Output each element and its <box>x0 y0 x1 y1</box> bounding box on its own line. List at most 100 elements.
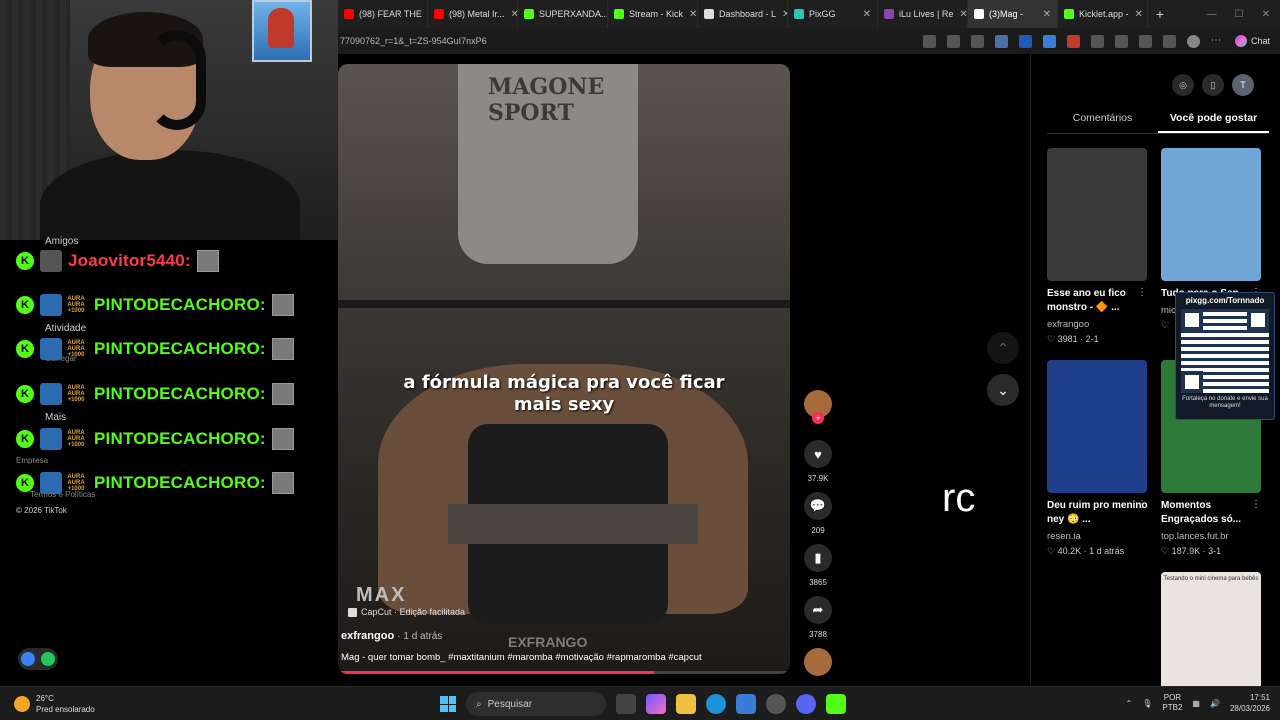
more-icon[interactable]: ⋯ <box>1211 35 1224 48</box>
nav-amigos[interactable]: Amigos <box>45 236 78 247</box>
browser-tab[interactable]: SUPERXANDA...✕ <box>518 0 608 28</box>
next-video-button[interactable]: ⌄ <box>987 374 1019 406</box>
more-options-icon[interactable]: ⋮ <box>1251 499 1261 510</box>
network-icon[interactable]: ▦ <box>1192 699 1200 708</box>
copilot-icon[interactable] <box>646 694 666 714</box>
more-options-icon[interactable]: ⋮ <box>1137 287 1147 298</box>
file-explorer-icon[interactable] <box>676 694 696 714</box>
suggested-video-card[interactable]: Esse ano eu fico monstro - 🔶 ... exfrango… <box>1047 148 1149 345</box>
nav-empresa[interactable]: Empresa <box>16 456 48 465</box>
close-icon[interactable]: ✕ <box>1037 9 1051 20</box>
card-author[interactable]: resen.ia <box>1047 531 1149 542</box>
heart-icon[interactable]: ♥ <box>804 440 832 468</box>
card-title[interactable]: Deu ruim pro menino ney 😳 ... <box>1047 499 1149 527</box>
url-field[interactable]: 77090762_r=1&_t=ZS-954GuI7nxP6 <box>338 36 923 46</box>
edge-icon[interactable] <box>706 694 726 714</box>
follow-plus-icon[interactable]: + <box>812 412 824 424</box>
music-disc[interactable] <box>802 648 834 676</box>
phone-icon[interactable]: ▯ <box>1202 74 1224 96</box>
bookmark-icon[interactable]: ▮ <box>804 544 832 572</box>
browser-tab[interactable]: Kicklet.app - ✕ <box>1058 0 1148 28</box>
music-disc-icon[interactable] <box>804 648 832 676</box>
close-icon[interactable]: ✕ <box>505 9 517 20</box>
split-screen-icon[interactable] <box>1114 34 1128 48</box>
discord-icon[interactable] <box>796 694 816 714</box>
task-view-icon[interactable] <box>616 694 636 714</box>
extension-icon[interactable] <box>1066 34 1080 48</box>
close-icon[interactable]: ✕ <box>857 9 871 20</box>
browser-tab[interactable]: iLu Lives | Re ✕ <box>878 0 968 28</box>
video-author-line[interactable]: exfrangoo · 1 d atrás <box>341 630 442 642</box>
power-icon[interactable] <box>41 652 55 666</box>
shield-icon[interactable] <box>1018 34 1032 48</box>
video-thumbnail[interactable] <box>1047 360 1147 493</box>
new-tab-button[interactable]: + <box>1148 6 1172 22</box>
share-action[interactable]: ➦ 3788 <box>802 596 834 639</box>
taskbar-search[interactable]: ⌕ Pesquisar <box>466 692 606 716</box>
nav-mais[interactable]: Mais <box>45 412 66 423</box>
favorites-icon[interactable] <box>1138 34 1152 48</box>
user-avatar[interactable]: T <box>1232 74 1254 96</box>
card-title[interactable]: Momentos Engraçados só... <box>1161 499 1263 527</box>
video-player[interactable]: MAGONE SPORT a fórmula mágica pra você f… <box>338 64 790 674</box>
comment-icon[interactable]: 💬 <box>804 492 832 520</box>
save-action[interactable]: ▮ 3865 <box>802 544 834 587</box>
video-thumbnail[interactable] <box>1047 148 1147 281</box>
close-icon[interactable]: ✕ <box>953 9 967 20</box>
close-icon[interactable]: ✕ <box>776 9 787 20</box>
card-author[interactable]: top.lances.fut.br <box>1161 531 1263 542</box>
weather-widget[interactable]: 26°C Pred ensolarado <box>14 693 95 715</box>
close-window-icon[interactable]: ✕ <box>1262 9 1270 20</box>
capcut-tag[interactable]: CapCut · Edição facilitada <box>348 607 465 617</box>
tab-comments[interactable]: Comentários <box>1047 110 1158 133</box>
puzzle-icon[interactable] <box>1090 34 1104 48</box>
author-avatar[interactable]: + <box>802 390 834 424</box>
close-icon[interactable]: ✕ <box>1129 9 1143 20</box>
microphone-icon[interactable]: 🎙 <box>1142 699 1152 708</box>
nav-atividade[interactable]: Atividade <box>45 323 86 334</box>
card-author[interactable]: exfrangoo <box>1047 319 1149 330</box>
photos-icon[interactable] <box>736 694 756 714</box>
previous-video-button[interactable]: ⌃ <box>987 332 1019 364</box>
browser-tab[interactable]: (3)Mag - ✕ <box>968 0 1058 28</box>
close-icon[interactable]: ✕ <box>683 9 697 20</box>
copilot-chat-button[interactable]: Chat <box>1234 35 1270 47</box>
extension-icon[interactable] <box>1042 34 1056 48</box>
browser-tab[interactable]: Dashboard - L✕ <box>698 0 788 28</box>
chevron-up-icon[interactable]: ⌃ <box>1126 699 1133 708</box>
download-icon[interactable] <box>1162 34 1176 48</box>
more-options-icon[interactable]: ⋮ <box>1137 499 1147 510</box>
video-thumbnail[interactable] <box>1161 148 1261 281</box>
share-icon[interactable]: ➦ <box>804 596 832 624</box>
chat-username: PINTODECACHORO: <box>94 339 266 358</box>
coin-icon[interactable]: ◎ <box>1172 74 1194 96</box>
start-icon[interactable] <box>440 696 456 712</box>
profile-icon[interactable] <box>1186 34 1200 48</box>
like-action[interactable]: ♥ 37.9K <box>802 440 834 483</box>
favorite-star-icon[interactable] <box>970 34 984 48</box>
browser-tab[interactable]: Stream - Kick ✕ <box>608 0 698 28</box>
browser-tab[interactable]: (98) FEAR THE✕ <box>338 0 428 28</box>
suggested-video-card[interactable]: Deu ruim pro menino ney 😳 ... resen.ia ♡ 4… <box>1047 360 1149 557</box>
volume-icon[interactable]: 🔊 <box>1210 699 1220 708</box>
play-icon[interactable] <box>21 652 35 666</box>
browser-tab[interactable]: (98) Metal Ir...✕ <box>428 0 518 28</box>
obs-icon[interactable] <box>766 694 786 714</box>
minimize-icon[interactable]: — <box>1207 9 1217 20</box>
floating-controls[interactable] <box>18 648 58 670</box>
author-name[interactable]: exfrangoo <box>341 630 394 642</box>
comment-action[interactable]: 💬 209 <box>802 492 834 535</box>
clock[interactable]: 17:51 28/03/2026 <box>1230 692 1270 714</box>
browser-tab[interactable]: PixGG ✕ <box>788 0 878 28</box>
language-indicator[interactable]: POR PTB2 <box>1162 693 1182 713</box>
kick-app-icon[interactable] <box>826 694 846 714</box>
tab-search-icon[interactable] <box>922 34 936 48</box>
card-title[interactable]: Esse ano eu fico monstro - 🔶 ... <box>1047 287 1149 315</box>
maximize-icon[interactable]: ☐ <box>1235 9 1244 20</box>
tab-suggested[interactable]: Você pode gostar <box>1158 110 1269 133</box>
video-progress-bar[interactable] <box>338 671 790 674</box>
extension-icon[interactable] <box>994 34 1008 48</box>
translate-icon[interactable] <box>946 34 960 48</box>
keyboard-code: PTB2 <box>1162 703 1183 712</box>
avatar[interactable]: + <box>804 390 832 424</box>
